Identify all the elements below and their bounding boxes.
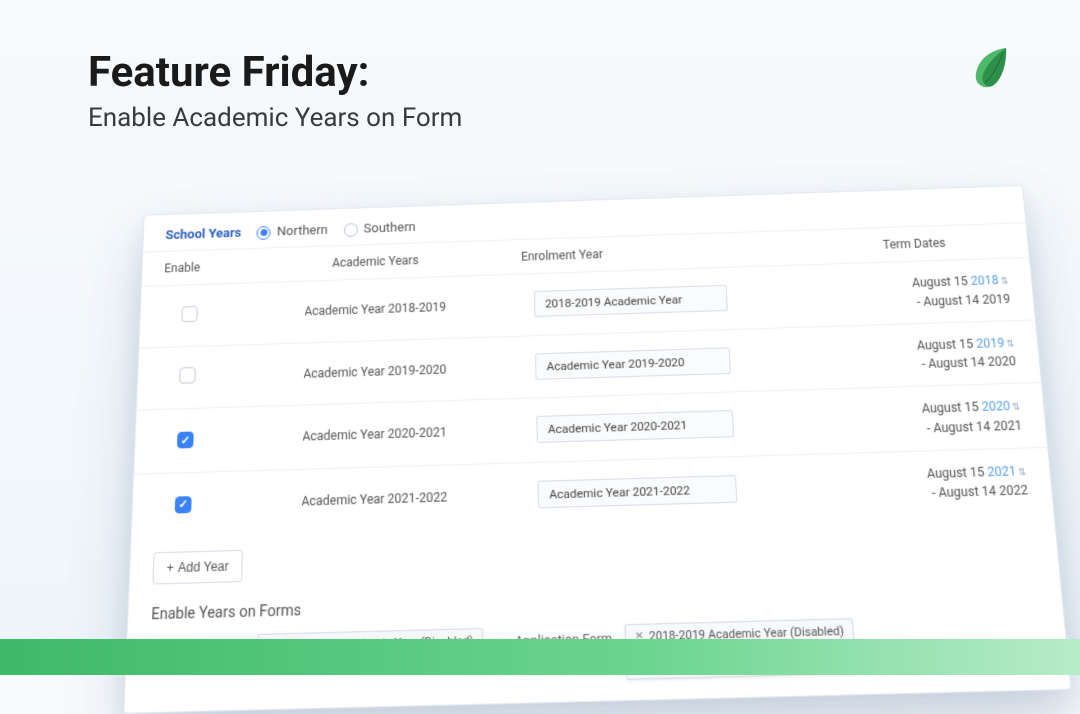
term-dates-cell: August 15 2020⇅- August 14 2021 (810, 383, 1047, 454)
add-year-button[interactable]: + Add Year (152, 550, 242, 585)
term-year-link[interactable]: 2018 (970, 273, 999, 288)
academic-year-cell: Academic Year 2019-2020 (237, 336, 514, 407)
stepper-icon[interactable]: ⇅ (1000, 277, 1009, 287)
stepper-icon[interactable]: ⇅ (1018, 467, 1027, 478)
academic-years-table: Enable Academic Years Enrolment Year Ter… (131, 222, 1053, 538)
add-year-label: Add Year (178, 559, 229, 575)
col-header-enable: Enable (142, 249, 241, 287)
term-dates-cell: August 15 2021⇅- August 14 2022 (814, 447, 1053, 519)
enrolment-year-input[interactable]: Academic Year 2019-2020 (535, 347, 731, 380)
enrolment-year-input[interactable]: Academic Year 2021-2022 (537, 475, 737, 508)
stepper-icon[interactable]: ⇅ (1006, 339, 1015, 349)
academic-year-cell: Academic Year 2018-2019 (238, 274, 512, 344)
hemisphere-northern-radio[interactable]: Northern (257, 223, 328, 240)
page-subtitle: Enable Academic Years on Form (88, 103, 462, 133)
school-years-label: School Years (165, 226, 241, 243)
radio-icon (344, 223, 358, 237)
radio-label: Southern (364, 220, 416, 236)
enable-checkbox[interactable] (177, 432, 194, 449)
term-year-link[interactable]: 2021 (987, 463, 1017, 479)
settings-panel: School Years Northern Southern Enable Ac… (123, 185, 1071, 714)
page-header: Feature Friday: Enable Academic Years on… (88, 48, 462, 133)
enrolment-year-input[interactable]: 2018-2019 Academic Year (534, 285, 728, 317)
enable-checkbox[interactable] (175, 496, 192, 513)
academic-year-cell: Academic Year 2021-2022 (233, 463, 515, 536)
enable-checkbox[interactable] (179, 367, 196, 384)
hemisphere-southern-radio[interactable]: Southern (344, 220, 416, 237)
enable-checkbox[interactable] (181, 306, 198, 322)
enable-years-forms-section: Enable Years on Forms Enquiry Form ✕2018… (125, 582, 1068, 693)
term-year-link[interactable]: 2020 (981, 399, 1011, 414)
radio-icon (257, 225, 271, 239)
footer-gradient-band (0, 639, 1080, 675)
term-year-link[interactable]: 2019 (976, 335, 1005, 350)
radio-label: Northern (277, 223, 328, 239)
term-dates-cell: August 15 2019⇅- August 14 2020 (806, 319, 1040, 389)
stepper-icon[interactable]: ⇅ (1012, 402, 1021, 413)
page-title: Feature Friday: (88, 48, 462, 97)
academic-year-cell: Academic Year 2020-2021 (235, 399, 514, 471)
enrolment-year-input[interactable]: Academic Year 2020-2021 (536, 410, 734, 443)
term-dates-cell: August 15 2018⇅- August 14 2019 (803, 257, 1035, 326)
leaf-logo-icon (962, 40, 1020, 102)
plus-icon: + (166, 560, 174, 575)
